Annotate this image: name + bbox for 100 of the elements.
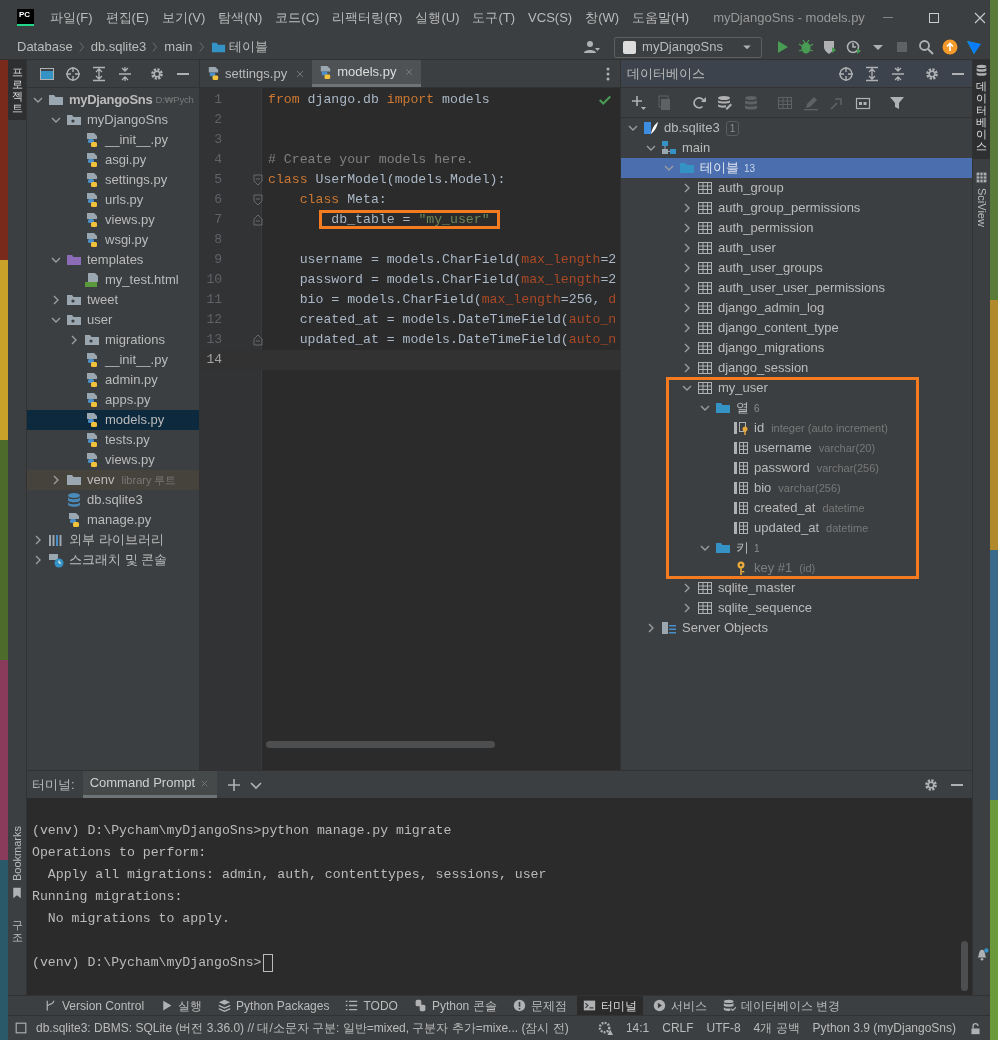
- status-item[interactable]: 4개 공백: [753, 1019, 800, 1037]
- fold-marker-icon[interactable]: [253, 214, 263, 226]
- tree-item[interactable]: views.py: [105, 450, 155, 470]
- tree-item[interactable]: apps.py: [105, 390, 151, 410]
- tool-window-tab[interactable]: TODO: [339, 995, 404, 1016]
- tree-item[interactable]: password: [754, 458, 810, 478]
- table-icon: [697, 200, 713, 216]
- tree-item[interactable]: __init__.py: [105, 130, 168, 150]
- fold-marker-icon[interactable]: [253, 194, 263, 206]
- tree-item[interactable]: updated_at: [754, 518, 820, 538]
- tree-item[interactable]: auth_group: [718, 178, 784, 198]
- breadcrumb[interactable]: Database: [17, 37, 73, 57]
- tree-item[interactable]: auth_user: [718, 238, 776, 258]
- tree-item[interactable]: username: [754, 438, 812, 458]
- selected-row[interactable]: models.py: [27, 410, 199, 430]
- status-item[interactable]: 14:1: [625, 1019, 650, 1037]
- tree-item[interactable]: my_test.html: [105, 270, 179, 290]
- tool-window-tab[interactable]: 서비스: [646, 995, 713, 1016]
- menu-item[interactable]: 실행(U): [415, 7, 460, 28]
- tree-item[interactable]: my_user: [718, 378, 768, 398]
- tree-item[interactable]: django_admin_log: [718, 298, 825, 318]
- fold-marker-icon[interactable]: [253, 174, 263, 186]
- menu-item[interactable]: 도움말(H): [632, 7, 690, 28]
- database-tool-tab[interactable]: 데이터베이스: [973, 60, 990, 159]
- tree-item[interactable]: wsgi.py: [105, 230, 149, 250]
- terminal-tab[interactable]: Command Prompt: [82, 771, 218, 798]
- editor-tab[interactable]: models.py: [312, 60, 422, 87]
- fold-marker-icon[interactable]: [253, 334, 263, 346]
- tree-item[interactable]: auth_user_groups: [718, 258, 823, 278]
- menu-item[interactable]: 코드(C): [275, 7, 320, 28]
- breadcrumb[interactable]: main: [164, 37, 193, 57]
- tree-item[interactable]: models.py: [105, 410, 165, 430]
- tree-item[interactable]: db.sqlite3: [664, 118, 720, 138]
- run-config-dropdown[interactable]: myDjangoSns: [614, 36, 762, 58]
- tree-item[interactable]: django_session: [718, 358, 809, 378]
- tree-item[interactable]: venv: [87, 470, 115, 490]
- tree-item[interactable]: __init__.py: [105, 350, 168, 370]
- tree-item[interactable]: Server Objects: [682, 618, 768, 638]
- tree-item[interactable]: 테이블: [700, 158, 739, 178]
- menu-item[interactable]: 탐색(N): [218, 7, 263, 28]
- tree-item[interactable]: tests.py: [105, 430, 150, 450]
- tree-item[interactable]: auth_user_user_permissions: [718, 278, 885, 298]
- tool-window-tab[interactable]: Python 콘솔: [407, 995, 503, 1016]
- status-item[interactable]: CRLF: [662, 1019, 694, 1037]
- project-tool-tab[interactable]: 프로젝트: [8, 60, 26, 121]
- tool-window-tab[interactable]: 문제점: [506, 995, 573, 1016]
- gear-warning-icon[interactable]: [597, 1020, 613, 1036]
- tree-item[interactable]: 스크래치 및 콘솔: [69, 550, 168, 570]
- item-hint: datetime: [822, 500, 865, 516]
- tree-item[interactable]: main: [682, 138, 711, 158]
- bookmarks-tool-tab[interactable]: Bookmarks: [8, 825, 26, 881]
- tool-window-tab[interactable]: 터미널: [576, 995, 643, 1016]
- tree-item[interactable]: settings.py: [105, 170, 168, 190]
- tree-item[interactable]: myDjangoSns: [69, 90, 153, 110]
- tree-item[interactable]: manage.py: [87, 510, 152, 530]
- status-item[interactable]: Python 3.9 (myDjangoSns): [812, 1019, 956, 1037]
- tool-window-tab[interactable]: 실행: [154, 995, 209, 1016]
- tree-item[interactable]: 키: [736, 538, 749, 558]
- tree-item[interactable]: auth_permission: [718, 218, 814, 238]
- tool-window-tab[interactable]: Version Control: [38, 995, 151, 1016]
- scrollbar[interactable]: [961, 941, 968, 991]
- tree-item[interactable]: admin.py: [105, 370, 158, 390]
- status-item[interactable]: UTF-8: [706, 1019, 741, 1037]
- scrollbar[interactable]: [266, 741, 495, 748]
- tree-item[interactable]: sqlite_sequence: [718, 598, 812, 618]
- tree-item[interactable]: 열: [736, 398, 749, 418]
- tree-item[interactable]: bio: [754, 478, 772, 498]
- tree-item[interactable]: 외부 라이브러리: [69, 530, 164, 550]
- tree-item[interactable]: auth_group_permissions: [718, 198, 861, 218]
- breadcrumb[interactable]: db.sqlite3: [90, 37, 147, 57]
- tree-item[interactable]: urls.py: [105, 190, 144, 210]
- menu-item[interactable]: 보기(V): [161, 7, 206, 28]
- menu-item[interactable]: VCS(S): [528, 7, 573, 28]
- structure-tool-tab[interactable]: 구조: [11, 918, 23, 943]
- tree-item[interactable]: tweet: [87, 290, 119, 310]
- tree-item[interactable]: id: [754, 418, 765, 438]
- editor-tab[interactable]: settings.py: [200, 60, 313, 87]
- menu-item[interactable]: 창(W): [585, 7, 620, 28]
- tool-window-tab[interactable]: 데이터베이스 변경: [716, 995, 846, 1016]
- panel-toggle-icon[interactable]: [14, 1021, 28, 1035]
- tree-item[interactable]: user: [87, 310, 113, 330]
- tree-item[interactable]: created_at: [754, 498, 816, 518]
- tree-item[interactable]: sqlite_master: [718, 578, 796, 598]
- tree-item[interactable]: templates: [87, 250, 144, 270]
- sciview-tool-tab[interactable]: SciView: [973, 170, 990, 227]
- tree-item[interactable]: db.sqlite3: [87, 490, 143, 510]
- lock-icon[interactable]: [969, 1021, 982, 1035]
- tree-item[interactable]: django_content_type: [718, 318, 839, 338]
- menu-item[interactable]: 편집(E): [105, 7, 149, 28]
- menu-item[interactable]: 파일(F): [50, 7, 93, 28]
- tree-item[interactable]: asgi.py: [105, 150, 147, 170]
- menu-item[interactable]: 리팩터링(R): [332, 7, 403, 28]
- selected-row[interactable]: 테이블 13: [621, 158, 972, 178]
- tool-window-tab[interactable]: Python Packages: [212, 995, 336, 1016]
- tree-item[interactable]: views.py: [105, 210, 155, 230]
- tree-item[interactable]: myDjangoSns: [87, 110, 168, 130]
- tree-item[interactable]: django_migrations: [718, 338, 825, 358]
- menu-item[interactable]: 도구(T): [472, 7, 516, 28]
- breadcrumb[interactable]: 테이블: [228, 37, 268, 57]
- tree-item[interactable]: migrations: [105, 330, 165, 350]
